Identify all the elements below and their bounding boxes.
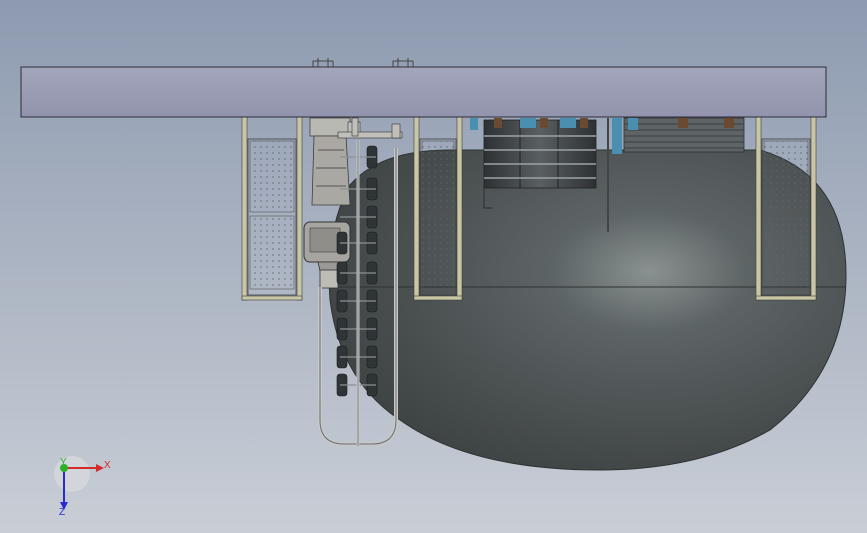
z-axis-label: Z <box>59 507 65 518</box>
main-beam[interactable] <box>20 58 827 118</box>
x-axis-label: X <box>104 460 111 471</box>
model-scene[interactable]: X Y Z <box>0 0 867 533</box>
coordinate-triad: X Y Z <box>54 456 111 518</box>
support-frame-3[interactable] <box>755 116 817 301</box>
cad-viewport[interactable]: X Y Z <box>0 0 867 533</box>
x-axis-arrowhead <box>96 464 104 472</box>
y-axis-label: Y <box>60 457 67 468</box>
support-frame-1[interactable] <box>241 116 303 301</box>
